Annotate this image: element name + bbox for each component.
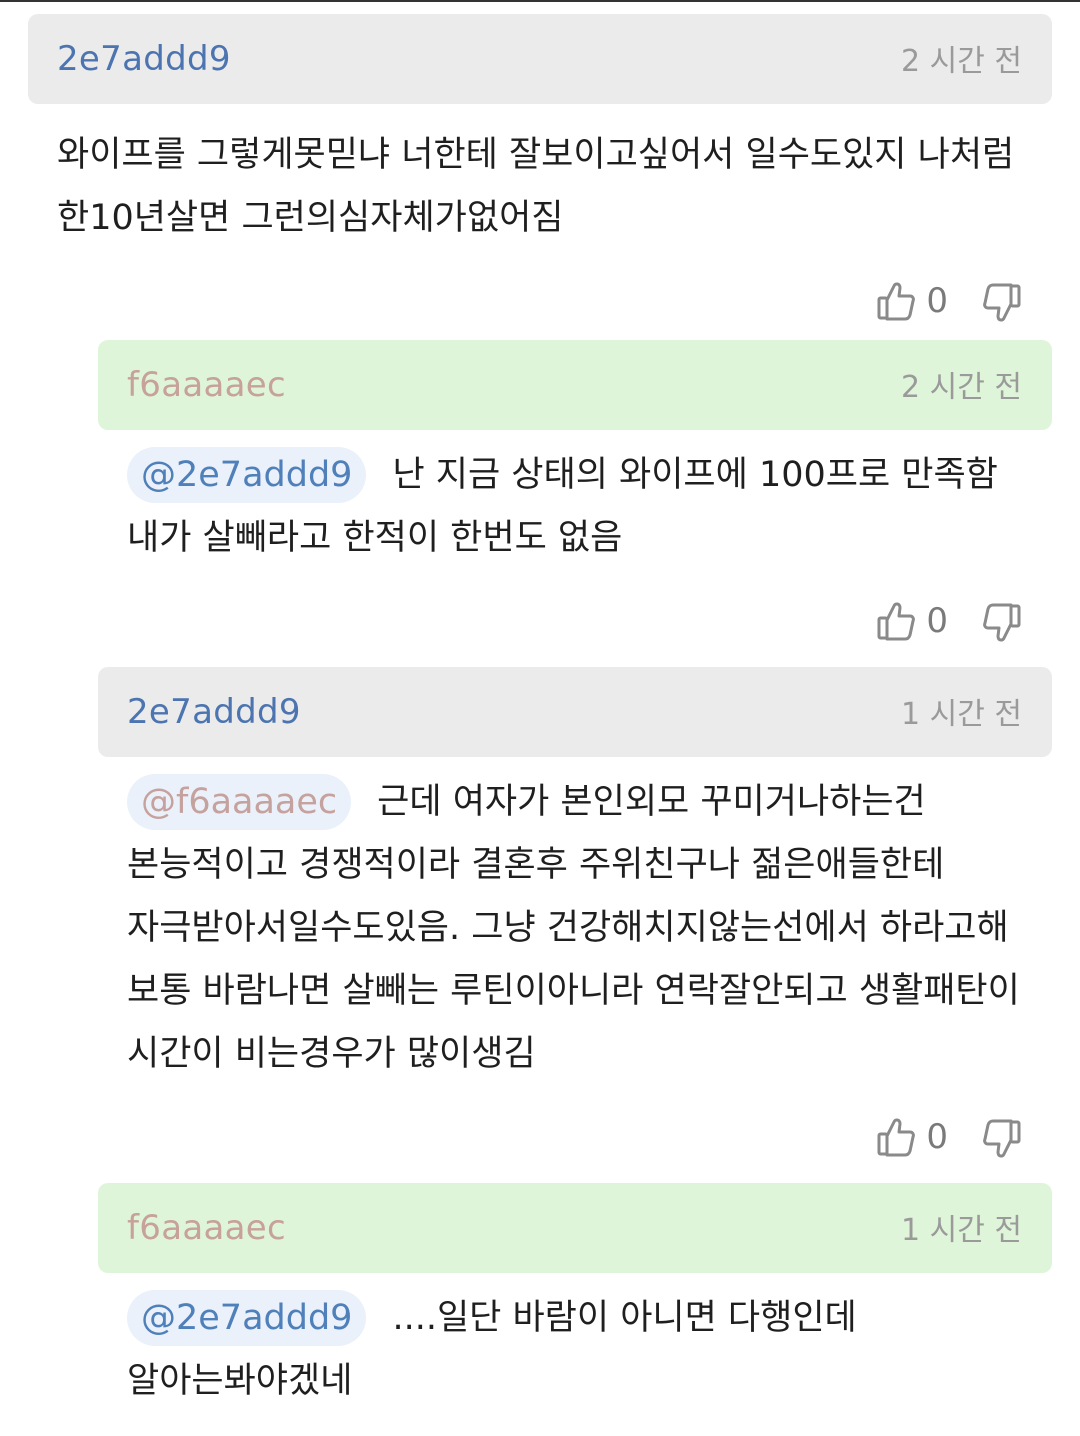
thumbs-up-icon [876, 600, 916, 642]
comment-timestamp: 1 시간 전 [901, 697, 1022, 732]
comment-body: @2e7addd9 난 지금 상태의 와이프에 100프로 만족함 내가 살빼라고… [98, 430, 1052, 570]
comment-reply: f6aaaaec 1 시간 전 @2e7addd9 ....일단 바람이 아니면 … [98, 1183, 1052, 1413]
comment-actions: 0 [98, 600, 1052, 660]
comment-username[interactable]: f6aaaaec [127, 1208, 286, 1248]
comment-body: @2e7addd9 ....일단 바람이 아니면 다행인데 알아는봐야겠네 [98, 1273, 1052, 1413]
dislike-button[interactable] [982, 1118, 1022, 1160]
comment-actions: 0 [98, 1116, 1052, 1176]
like-button[interactable]: 0 [876, 280, 948, 322]
like-button[interactable]: 0 [876, 600, 948, 642]
comment-reply: f6aaaaec 2 시간 전 @2e7addd9 난 지금 상태의 와이프에 1… [98, 340, 1052, 660]
comment-header: 2e7addd9 2 시간 전 [28, 14, 1052, 104]
comment-timestamp: 2 시간 전 [901, 370, 1022, 405]
thumbs-up-icon [876, 280, 916, 322]
comment-body: @f6aaaaec 근데 여자가 본인외모 꾸미거나하는건 본능적이고 경쟁적이라… [98, 757, 1052, 1086]
comment: 2e7addd9 2 시간 전 와이프를 그렇게못믿냐 너한테 잘보이고싶어서 … [28, 14, 1052, 340]
thumbs-up-icon [876, 1116, 916, 1158]
comment-username[interactable]: 2e7addd9 [57, 39, 231, 79]
like-count: 0 [926, 1117, 948, 1157]
comment-actions: 0 [28, 280, 1052, 340]
mention-tag[interactable]: @f6aaaaec [127, 774, 352, 830]
thumbs-down-icon [982, 282, 1022, 324]
comment-username[interactable]: f6aaaaec [127, 365, 286, 405]
like-count: 0 [926, 601, 948, 641]
comment-header: f6aaaaec 2 시간 전 [98, 340, 1052, 430]
dislike-button[interactable] [982, 282, 1022, 324]
thumbs-down-icon [982, 602, 1022, 644]
comment-reply: 2e7addd9 1 시간 전 @f6aaaaec 근데 여자가 본인외모 꾸미거… [98, 667, 1052, 1176]
comment-body: 와이프를 그렇게못믿냐 너한테 잘보이고싶어서 일수도있지 나처럼 한10년살면… [28, 104, 1052, 250]
comment-timestamp: 2 시간 전 [901, 44, 1022, 79]
comment-header: f6aaaaec 1 시간 전 [98, 1183, 1052, 1273]
mention-tag[interactable]: @2e7addd9 [127, 1290, 367, 1346]
comment-username[interactable]: 2e7addd9 [127, 692, 301, 732]
thumbs-down-icon [982, 1118, 1022, 1160]
like-button[interactable]: 0 [876, 1116, 948, 1158]
mention-tag[interactable]: @2e7addd9 [127, 447, 367, 503]
comment-timestamp: 1 시간 전 [901, 1213, 1022, 1248]
comment-header: 2e7addd9 1 시간 전 [98, 667, 1052, 757]
dislike-button[interactable] [982, 602, 1022, 644]
like-count: 0 [926, 281, 948, 321]
comment-text: 와이프를 그렇게못믿냐 너한테 잘보이고싶어서 일수도있지 나처럼 한10년살면… [57, 135, 1015, 238]
top-divider [0, 0, 1080, 2]
